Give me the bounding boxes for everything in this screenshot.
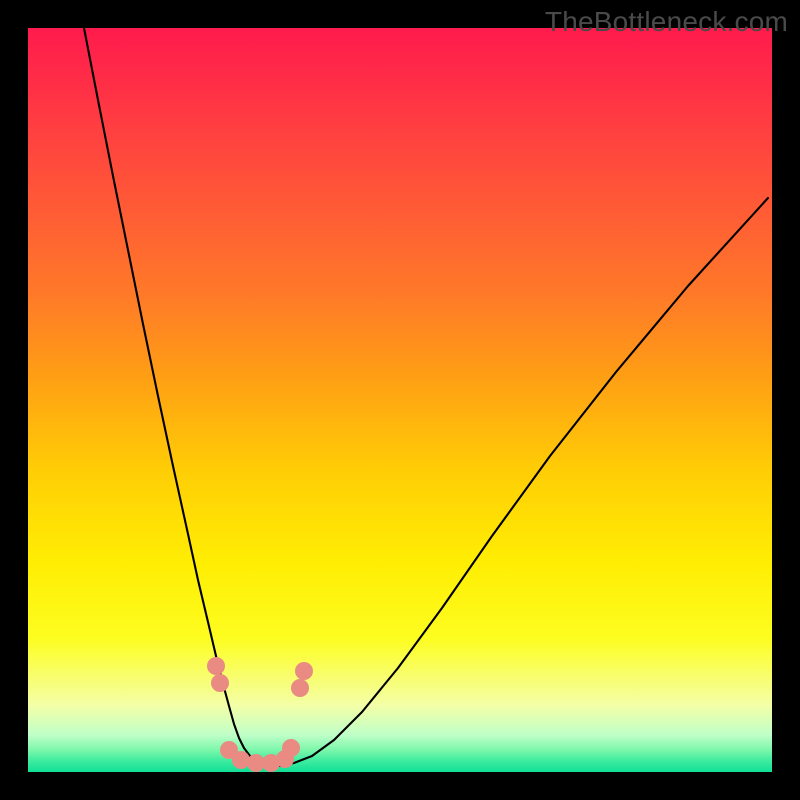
- curve-path: [84, 28, 768, 766]
- curve-marker: [295, 662, 313, 680]
- curve-marker: [291, 679, 309, 697]
- curve-marker: [207, 657, 225, 675]
- curve-marker: [232, 751, 250, 769]
- chart-frame: TheBottleneck.com: [0, 0, 800, 800]
- curve-marker: [282, 739, 300, 757]
- chart-plot-area: [28, 28, 772, 772]
- curve-marker: [211, 674, 229, 692]
- bottleneck-curve: [28, 28, 772, 772]
- curve-markers: [207, 657, 313, 772]
